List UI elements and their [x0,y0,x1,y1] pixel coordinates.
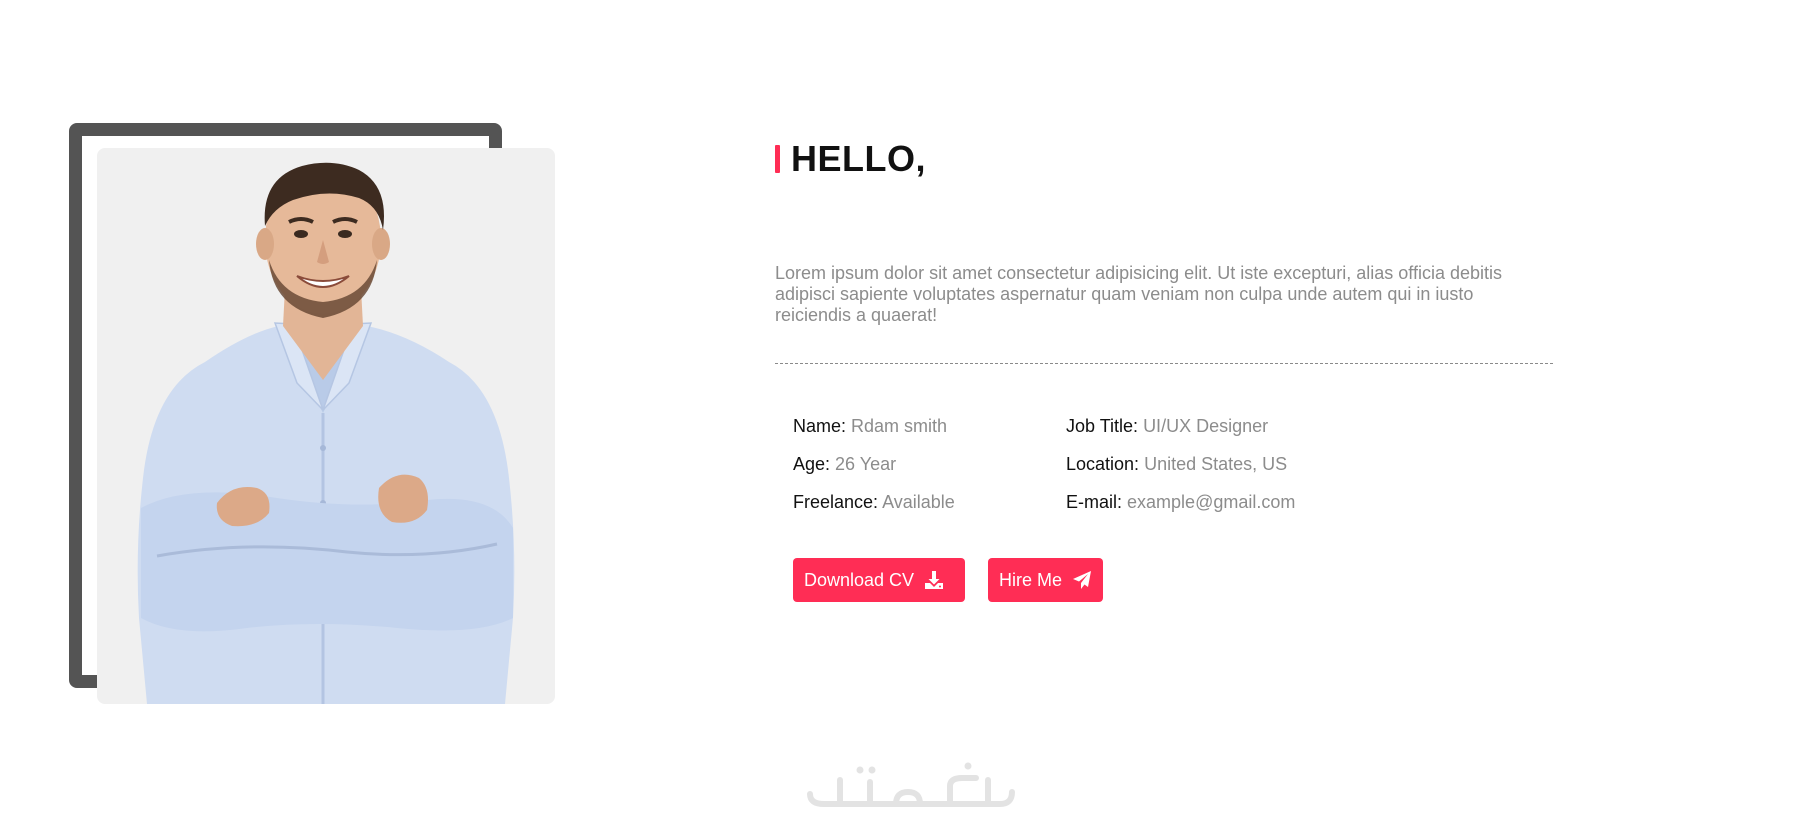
detail-value: Rdam smith [851,416,948,436]
detail-label: Age: [793,454,831,474]
khamsat-watermark [800,758,1022,814]
hire-me-label: Hire Me [999,569,1063,590]
accent-bar [775,145,780,173]
profile-photo [97,148,555,704]
detail-value: Available [882,492,955,512]
detail-email: E-mail: example@gmail.com [1066,492,1295,530]
detail-value: United States, US [1144,454,1288,474]
section-divider [775,363,1553,364]
detail-label: Job Title: [1066,416,1139,436]
paper-plane-icon [1072,570,1092,590]
detail-label: Location: [1066,454,1140,474]
detail-freelance: Freelance: Available [793,492,955,530]
download-cv-label: Download CV [804,569,915,590]
detail-label: Name: [793,416,847,436]
detail-name: Name: Rdam smith [793,416,955,454]
hello-heading-text: HELLO, [791,138,926,179]
detail-job-title: Job Title: UI/UX Designer [1066,416,1295,454]
detail-age: Age: 26 Year [793,454,955,492]
hello-heading: HELLO, [775,138,926,180]
hire-me-button[interactable]: Hire Me [988,558,1103,602]
detail-value: example@gmail.com [1127,492,1296,512]
detail-value: UI/UX Designer [1143,416,1269,436]
detail-location: Location: United States, US [1066,454,1295,492]
details-left-column: Name: Rdam smith Age: 26 Year Freelance:… [793,416,955,530]
about-section: HELLO, Lorem ipsum dolor sit amet consec… [0,0,1813,822]
details-right-column: Job Title: UI/UX Designer Location: Unit… [1066,416,1295,530]
detail-value: 26 Year [835,454,897,474]
download-cv-button[interactable]: Download CV [793,558,965,602]
download-icon [924,570,944,590]
detail-label: E-mail: [1066,492,1123,512]
detail-label: Freelance: [793,492,879,512]
intro-description: Lorem ipsum dolor sit amet consectetur a… [775,263,1502,325]
